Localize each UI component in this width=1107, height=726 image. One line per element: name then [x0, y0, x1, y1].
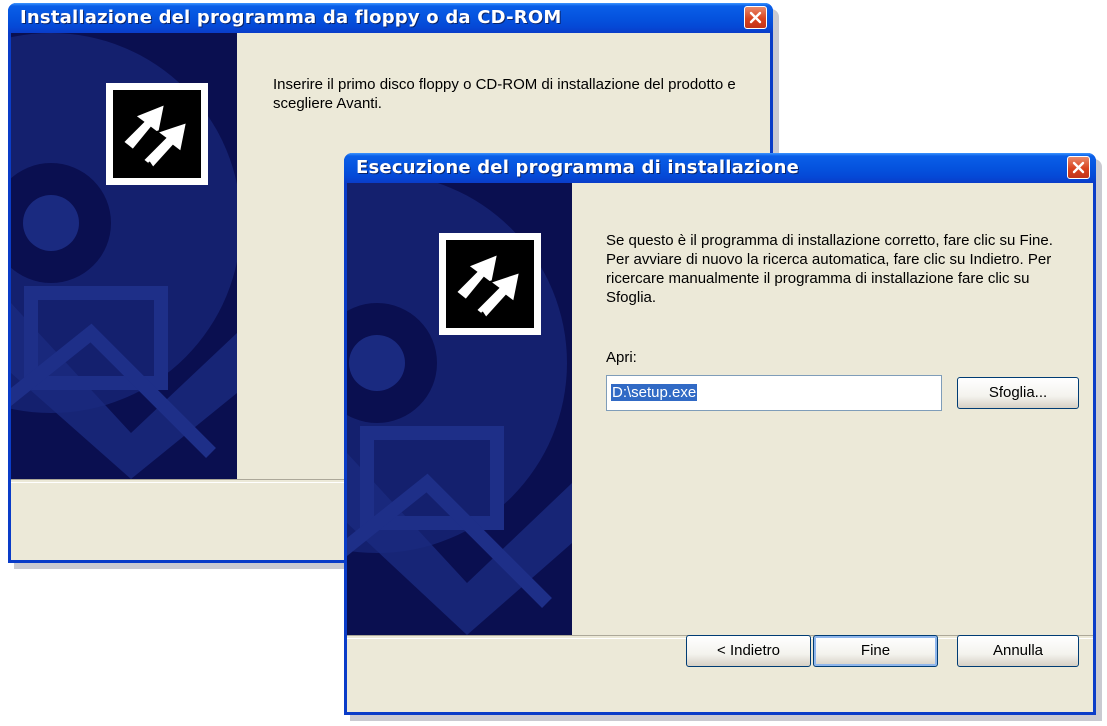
window-title: Esecuzione del programma di installazion…: [356, 157, 799, 178]
wizard-message: Se questo è il programma di installazion…: [606, 232, 1053, 306]
cancel-button[interactable]: Annulla: [957, 635, 1079, 667]
window-title-bar[interactable]: Installazione del programma da floppy o …: [8, 3, 773, 33]
wizard-message: Inserire il primo disco floppy o CD-ROM …: [273, 76, 736, 112]
install-arrows-icon: [121, 102, 189, 170]
wizard-sidebar-art: [11, 33, 237, 479]
browse-button[interactable]: Sfoglia...: [957, 377, 1079, 409]
open-label: Apri:: [606, 349, 637, 366]
wizard-sidebar-art: [347, 183, 572, 635]
install-logo: [106, 83, 208, 185]
window-title-bar[interactable]: Esecuzione del programma di installazion…: [344, 153, 1096, 183]
window-title: Installazione del programma da floppy o …: [20, 7, 562, 28]
close-button[interactable]: [1067, 156, 1090, 179]
close-icon: [749, 11, 762, 24]
open-path-input[interactable]: D:\setup.exe: [606, 375, 942, 411]
install-arrows-icon: [454, 252, 522, 320]
close-icon: [1072, 161, 1085, 174]
back-button[interactable]: < Indietro: [686, 635, 811, 667]
close-button[interactable]: [744, 6, 767, 29]
run-setup-window: Esecuzione del programma di installazion…: [344, 153, 1096, 715]
finish-button[interactable]: Fine: [813, 635, 938, 667]
install-logo: [439, 233, 541, 335]
open-path-value: D:\setup.exe: [611, 384, 698, 401]
